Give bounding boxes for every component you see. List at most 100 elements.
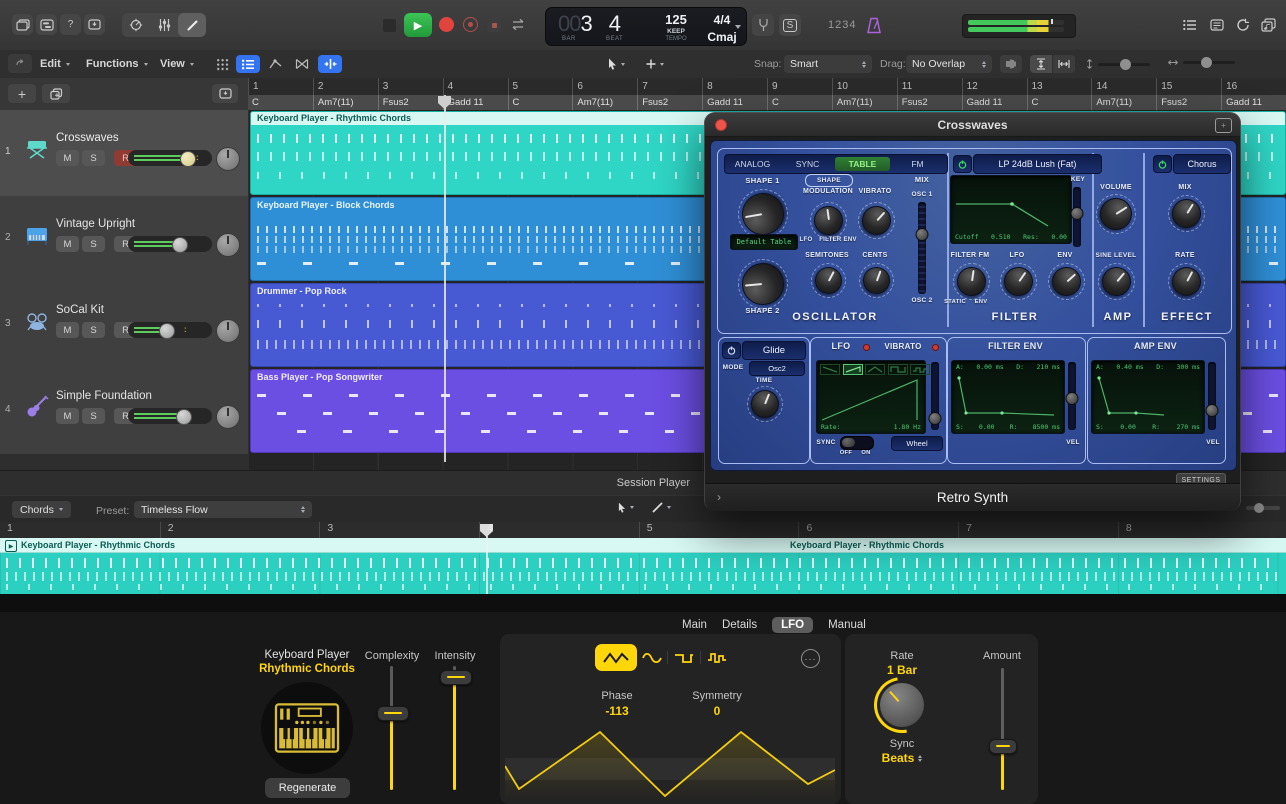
glide-power-button[interactable] — [722, 342, 741, 359]
track-name[interactable]: Simple Foundation — [56, 390, 152, 402]
tuner-toggle-button[interactable] — [752, 14, 774, 36]
menu-functions[interactable]: Functions — [86, 55, 148, 73]
lfo-waveform-display[interactable] — [505, 726, 835, 800]
capture-record-button[interactable] — [463, 17, 478, 32]
tab-main[interactable]: Main — [682, 619, 707, 631]
filter-type-select[interactable]: LP 24dB Lush (Fat) — [973, 154, 1102, 174]
tab-sync[interactable]: SYNC — [780, 159, 835, 169]
amp-env-vel-slider[interactable] — [1208, 362, 1216, 430]
menu-edit[interactable]: Edit — [40, 55, 70, 73]
cycle-button[interactable] — [508, 16, 528, 33]
tab-lfo[interactable]: LFO — [772, 617, 813, 633]
lfo-shape-saw-down-icon[interactable] — [820, 364, 840, 375]
phase-value[interactable]: -113 — [587, 704, 647, 718]
complexity-handle[interactable] — [377, 706, 409, 721]
preset-select[interactable]: Timeless Flow — [134, 501, 312, 518]
metronome-button[interactable] — [862, 13, 886, 37]
effect-power-button[interactable] — [1153, 155, 1172, 173]
snap-select[interactable]: Smart — [784, 55, 872, 73]
vertical-auto-zoom-button[interactable] — [1030, 55, 1052, 73]
pointer-tool-menu[interactable] — [608, 55, 625, 73]
count-in-button[interactable]: 1234 — [828, 19, 856, 31]
vertical-zoom-slider[interactable] — [1086, 59, 1150, 69]
glide-time-knob[interactable] — [747, 386, 783, 422]
lfo-wave-square-button[interactable] — [671, 648, 697, 667]
cents-knob[interactable] — [859, 263, 894, 298]
shape1-knob[interactable] — [739, 190, 788, 239]
mute-button[interactable]: M — [56, 236, 79, 252]
tab-manual[interactable]: Manual — [828, 619, 866, 631]
amount-slider[interactable] — [1001, 668, 1004, 790]
lfo-wave-triangle-button[interactable] — [595, 644, 637, 671]
link-button[interactable]: + — [1215, 118, 1232, 133]
pencil-tool-button[interactable] — [178, 13, 206, 37]
record-button[interactable] — [439, 17, 454, 32]
track-name[interactable]: Vintage Upright — [56, 218, 135, 230]
duplicate-track-button[interactable] — [42, 84, 70, 103]
track-header-socal-kit[interactable]: 3 SoCal Kit M S R I : — [0, 282, 248, 369]
plugin-name-bar[interactable]: › Retro Synth — [705, 483, 1240, 511]
media-files-button[interactable] — [1258, 15, 1278, 35]
lfo-more-button[interactable]: ··· — [801, 649, 820, 668]
mute-button[interactable]: M — [56, 322, 79, 338]
editor-bar-ruler[interactable]: 1 2 3 4 5 6 7 8 — [0, 522, 1286, 538]
editor-region-lane[interactable]: ▶ Keyboard Player - Rhythmic Chords Keyb… — [0, 538, 1286, 596]
lfo-wheel-select[interactable]: Wheel — [891, 436, 943, 451]
shape-mod-knob[interactable] — [812, 204, 845, 237]
lfo-wave-sine-button[interactable] — [640, 648, 664, 667]
intensity-handle[interactable] — [440, 670, 472, 685]
lfo-sync-switch[interactable] — [840, 436, 874, 450]
filter-fm-knob[interactable] — [955, 265, 988, 298]
track-name[interactable]: Crosswaves — [56, 132, 119, 144]
nudge-back-button[interactable] — [8, 54, 32, 73]
automation-button[interactable] — [264, 55, 288, 73]
tab-fm[interactable]: FM — [890, 159, 945, 169]
lower-playhead[interactable] — [486, 536, 488, 594]
complexity-slider[interactable] — [390, 666, 393, 790]
lfo-display[interactable]: Rate: 1.80 Hz — [816, 360, 926, 434]
playhead[interactable] — [444, 95, 446, 462]
stop-button[interactable] — [381, 17, 398, 34]
pan-knob[interactable] — [216, 319, 240, 343]
pan-knob[interactable] — [216, 147, 240, 171]
chord-track-lane[interactable]: C Am7(11) Fsus2 Gadd 11 C Am7(11) Fsus2 … — [248, 95, 1286, 111]
solo-button[interactable]: S — [82, 408, 105, 424]
pan-knob[interactable] — [216, 233, 240, 257]
lfo-wave-random-button[interactable] — [704, 648, 730, 667]
lfo-shape-square-icon[interactable] — [888, 364, 908, 375]
volume-slider[interactable]: : — [128, 322, 212, 338]
track-header-crosswaves[interactable]: 1 Crosswaves M S R I : — [0, 110, 248, 197]
close-button[interactable] — [715, 119, 727, 131]
bar-ruler[interactable]: 1 2 3 4 5 6 7 8 9 10 11 12 13 14 15 16 — [248, 78, 1286, 95]
session-zoom-slider[interactable] — [1246, 506, 1280, 510]
loop-browser-button[interactable] — [1233, 15, 1253, 35]
wavetable-display[interactable]: Default Table — [730, 234, 798, 250]
amp-env-display[interactable]: A:0.40 ms D:300 ms S:0.00 R:270 ms — [1091, 360, 1205, 434]
catch-playhead-button[interactable] — [318, 55, 342, 73]
grid-view-button[interactable] — [210, 55, 234, 73]
rate-value[interactable]: 1 Bar — [872, 663, 932, 677]
lcd-display[interactable]: 00 3 4 BAR BEAT 125 KEEP TEMPO 4/4 Cmaj — [545, 7, 747, 46]
media-browser-button[interactable] — [12, 14, 33, 35]
sync-value[interactable]: Beats — [882, 751, 915, 765]
chords-menu-button[interactable]: Chords — [12, 501, 71, 518]
solo-button[interactable]: S — [82, 322, 105, 338]
track-name[interactable]: SoCal Kit — [56, 304, 104, 316]
flex-marquee-button[interactable] — [290, 55, 314, 73]
plugin-titlebar[interactable]: Crosswaves + — [705, 113, 1240, 137]
volume-slider[interactable] — [128, 236, 212, 252]
effect-type-select[interactable]: Chorus — [1173, 154, 1231, 174]
add-track-button[interactable]: + — [8, 84, 36, 103]
drag-select[interactable]: No Overlap — [906, 55, 992, 73]
play-button[interactable]: ▶ — [404, 13, 432, 37]
lcd-chevron-icon[interactable] — [735, 25, 741, 29]
track-view-button[interactable] — [236, 55, 260, 73]
filter-power-button[interactable] — [953, 155, 972, 173]
lfo-shape-ramp-up-icon[interactable] — [843, 364, 863, 375]
quick-help-button[interactable]: ? — [60, 14, 81, 35]
shape2-knob[interactable] — [740, 261, 786, 307]
player-artwork[interactable] — [261, 682, 353, 774]
solo-button[interactable]: S — [779, 14, 801, 36]
rate-knob[interactable] — [880, 683, 924, 727]
solo-button[interactable]: S — [82, 150, 105, 166]
